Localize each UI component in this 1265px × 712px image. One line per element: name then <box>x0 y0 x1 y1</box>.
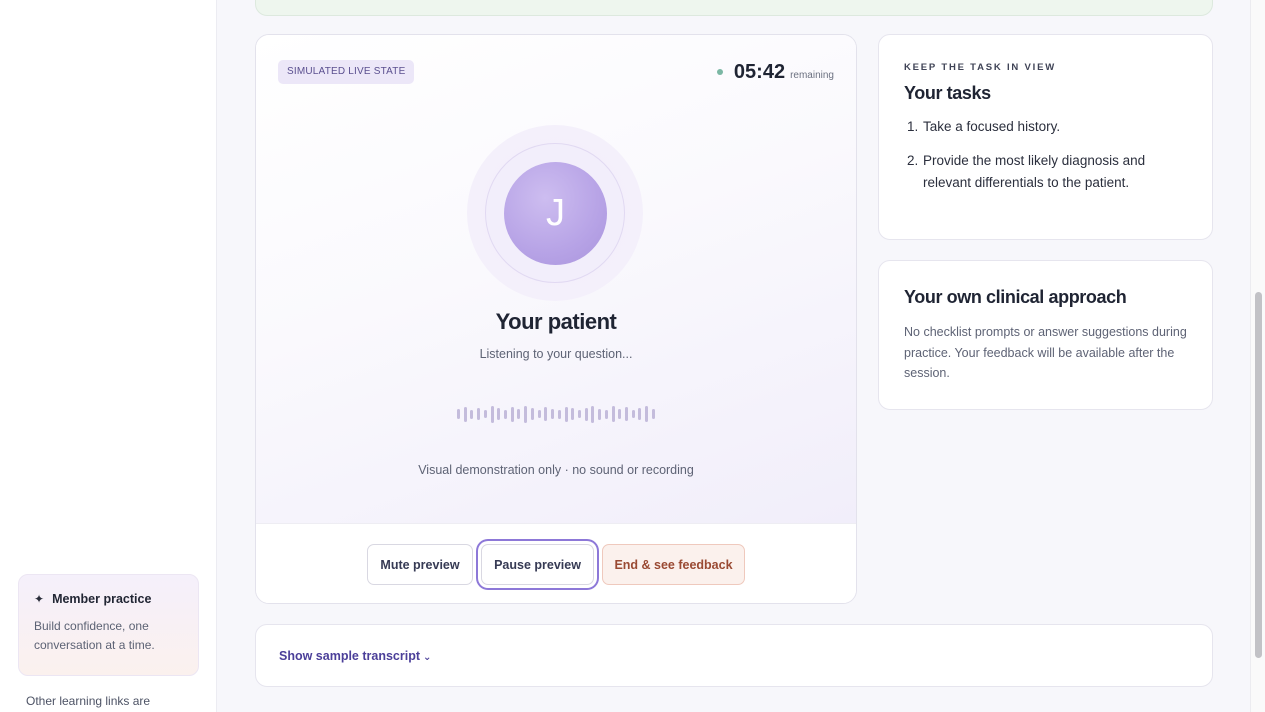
waveform-bar <box>611 406 615 422</box>
waveform-bar <box>457 409 460 419</box>
waveform-bar <box>577 410 581 418</box>
waveform-bar <box>631 410 635 418</box>
waveform-bar <box>517 409 521 419</box>
task-text: Take a focused history. <box>923 119 1061 134</box>
waveform-bar <box>504 409 508 419</box>
task-number: 2. <box>907 153 919 168</box>
waveform-bar <box>477 408 481 420</box>
pause-preview-button[interactable]: Pause preview <box>481 544 594 585</box>
waveform-bar <box>497 408 501 420</box>
audio-waveform <box>457 404 655 424</box>
session-timer: 05:42 remaining <box>716 61 834 84</box>
task-item: 2. Provide the most likely diagnosis and… <box>904 150 1187 194</box>
show-transcript-label: Show sample transcript <box>279 648 421 663</box>
sparkle-icon: ✦ <box>34 592 45 606</box>
task-item: 1. Take a focused history. <box>904 116 1187 138</box>
waveform-bar <box>557 409 561 419</box>
patient-panel: SIMULATED LIVE STATE 05:42 remaining J Y… <box>255 34 857 604</box>
transcript-card: Show sample transcript ⌄ <box>255 624 1213 687</box>
member-practice-description: Build confidence, one conversation at a … <box>34 619 155 652</box>
tasks-title: Your tasks <box>904 83 991 103</box>
waveform-bar <box>571 408 575 420</box>
mute-preview-button[interactable]: Mute preview <box>367 544 473 585</box>
scrollbar-thumb[interactable] <box>1255 292 1262 658</box>
waveform-bar <box>483 410 487 418</box>
waveform-bar <box>490 405 494 423</box>
member-practice-card: ✦ Member practice Build confidence, one … <box>18 574 199 676</box>
waveform-bar <box>564 406 568 422</box>
waveform-bar <box>618 409 622 419</box>
member-practice-heading: ✦ Member practice <box>34 592 183 606</box>
timer-status-dot <box>716 69 723 75</box>
waveform-bar <box>645 406 649 422</box>
waveform-bar <box>544 407 548 421</box>
simulated-live-state-badge: SIMULATED LIVE STATE <box>278 60 415 84</box>
task-number: 1. <box>907 119 919 134</box>
waveform-bar <box>510 406 514 422</box>
clinical-approach-card: Your own clinical approach No checklist … <box>878 260 1213 410</box>
patient-name: Your patient <box>495 309 617 334</box>
waveform-bar <box>584 407 588 421</box>
task-list: 1. Take a focused history. 2. Provide th… <box>904 116 1187 194</box>
waveform-bar <box>470 409 474 419</box>
end-and-feedback-button[interactable]: End & see feedback <box>602 544 745 585</box>
scrollbar[interactable] <box>1250 0 1265 712</box>
waveform-bar <box>537 410 541 418</box>
timer-value: 05:42 <box>733 61 786 83</box>
tasks-card: KEEP THE TASK IN VIEW Your tasks 1. Take… <box>878 34 1213 240</box>
waveform-bar <box>463 406 467 422</box>
member-practice-title: Member practice <box>52 592 152 606</box>
sidebar: ✦ Member practice Build confidence, one … <box>0 0 217 712</box>
demo-note: Visual demonstration only · no sound or … <box>418 463 694 477</box>
timer-label: remaining <box>790 70 834 81</box>
patient-stage: SIMULATED LIVE STATE 05:42 remaining J Y… <box>256 35 856 523</box>
waveform-bar <box>638 408 642 420</box>
waveform-bar <box>530 408 534 420</box>
top-banner <box>255 0 1213 16</box>
patient-status: Listening to your question... <box>479 347 633 361</box>
waveform-bar <box>524 405 528 423</box>
patient-avatar: J <box>504 162 607 265</box>
waveform-bar <box>598 408 602 420</box>
approach-title: Your own clinical approach <box>904 287 1127 307</box>
waveform-bar <box>551 409 555 419</box>
tasks-eyebrow: KEEP THE TASK IN VIEW <box>904 62 1056 73</box>
other-learning-links-text: Other learning links are <box>26 694 151 708</box>
session-controls: Mute preview Pause preview End & see fee… <box>256 523 856 603</box>
waveform-bar <box>624 407 628 421</box>
waveform-bar <box>604 409 608 419</box>
main-content: SIMULATED LIVE STATE 05:42 remaining J Y… <box>217 0 1250 712</box>
chevron-down-icon: ⌄ <box>423 651 432 663</box>
waveform-bar <box>591 405 595 423</box>
approach-text: No checklist prompts or answer suggestio… <box>904 325 1187 380</box>
task-text: Provide the most likely diagnosis and re… <box>923 153 1146 190</box>
show-transcript-link[interactable]: Show sample transcript ⌄ <box>279 649 431 663</box>
waveform-bar <box>651 409 655 419</box>
